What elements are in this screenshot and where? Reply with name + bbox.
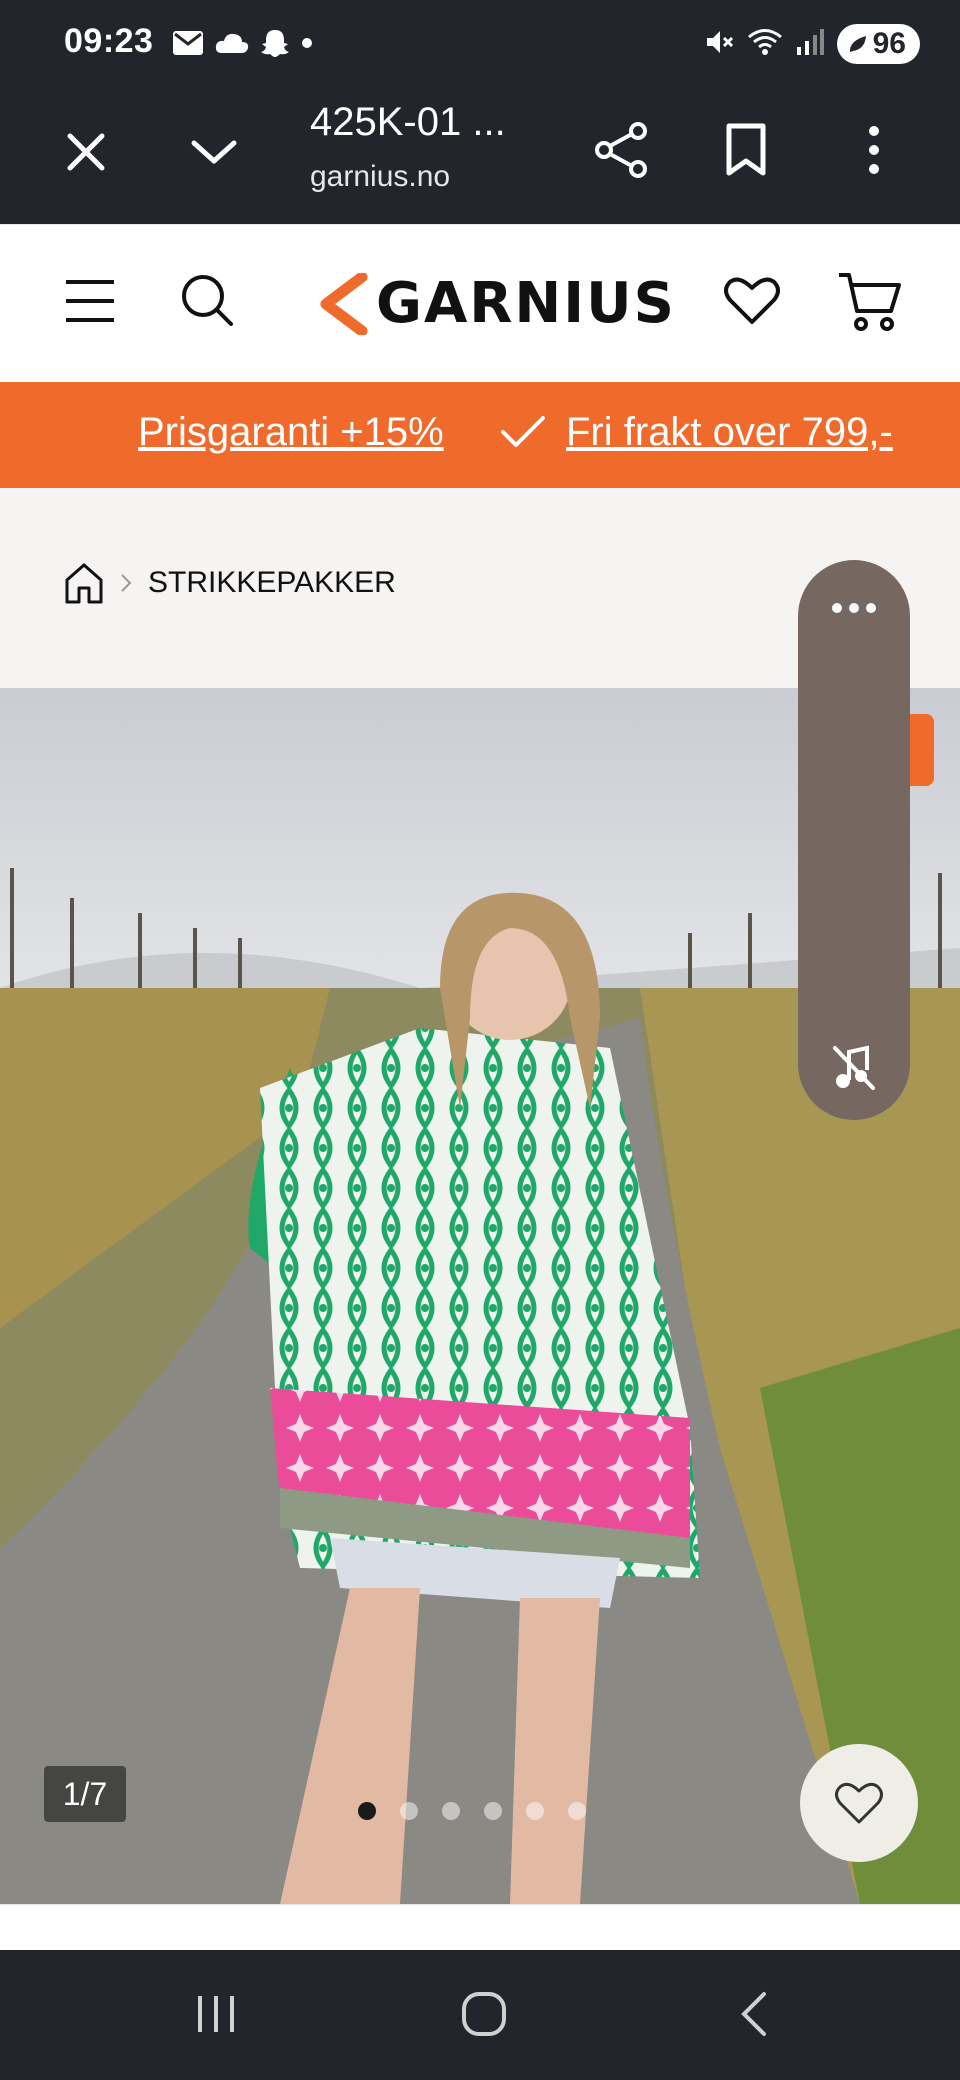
collapse-button[interactable]: [184, 122, 244, 182]
cart-button[interactable]: [836, 269, 902, 335]
back-button[interactable]: [724, 1982, 784, 2046]
image-counter: 1/7: [44, 1766, 126, 1822]
system-icons: 96: [703, 24, 920, 64]
close-icon: [67, 133, 105, 171]
close-button[interactable]: [56, 122, 116, 182]
dot-icon: [300, 36, 314, 55]
cloud-icon: [214, 31, 250, 60]
chevron-down-icon: [191, 140, 237, 164]
breadcrumb-current[interactable]: STRIKKEPAKKER: [148, 566, 396, 600]
share-button[interactable]: [588, 114, 654, 186]
site-header: GARNIUS: [0, 224, 960, 382]
gallery-dot[interactable]: [568, 1802, 586, 1820]
more-options-button[interactable]: [846, 114, 902, 186]
promo-banner: Prisgaranti +15% Fri frakt over 799,-: [0, 382, 960, 488]
heart-icon: [724, 277, 780, 324]
gallery-dot[interactable]: [526, 1802, 544, 1820]
content-strip: [0, 1904, 960, 1950]
system-navigation-bar: [0, 1950, 960, 2080]
signal-icon: [795, 27, 825, 62]
floating-panel: [798, 560, 910, 1120]
sound-off-button[interactable]: [824, 1038, 884, 1098]
gallery-dot[interactable]: [442, 1802, 460, 1820]
gallery-dot[interactable]: [400, 1802, 418, 1820]
recent-apps-button[interactable]: [186, 1984, 246, 2044]
price-guarantee-link[interactable]: Prisgaranti +15%: [138, 410, 444, 455]
page-url[interactable]: garnius.no: [310, 160, 450, 194]
hamburger-menu-icon: [66, 280, 114, 322]
page-title[interactable]: 425K-01 ...: [310, 100, 506, 145]
recent-apps-icon: [198, 1996, 234, 2032]
chevron-right-icon: [121, 574, 132, 592]
breadcrumb: STRIKKEPAKKER: [64, 562, 396, 604]
wishlist-button[interactable]: [722, 271, 782, 331]
search-icon: [182, 275, 233, 326]
menu-button[interactable]: [62, 273, 118, 329]
battery-icon: 96: [836, 24, 920, 64]
gallery-dots: [358, 1802, 586, 1820]
status-time: 09:23: [64, 22, 154, 60]
logo-chevron-icon: [320, 272, 368, 335]
gallery-dot[interactable]: [358, 1802, 376, 1820]
back-icon: [741, 1992, 766, 2036]
home-circle-icon: [462, 1992, 506, 2036]
status-bar: 09:23 96: [0, 0, 960, 92]
wifi-icon: [747, 27, 783, 62]
browser-toolbar: 425K-01 ... garnius.no: [0, 92, 960, 224]
share-icon: [595, 122, 647, 178]
cart-icon: [839, 273, 901, 331]
check-icon: [500, 414, 546, 455]
notification-icons: [172, 28, 314, 63]
battery-level: 96: [872, 27, 906, 60]
more-horizontal-icon: [832, 603, 876, 613]
bookmark-button[interactable]: [716, 114, 776, 186]
mute-icon: [703, 26, 735, 63]
home-button[interactable]: [452, 1982, 516, 2046]
heart-icon: [835, 1782, 883, 1824]
logo-text: GARNIUS: [376, 271, 676, 336]
music-off-icon: [833, 1045, 875, 1090]
bookmark-icon: [726, 123, 766, 176]
favorite-button[interactable]: [800, 1744, 918, 1862]
panel-more-button[interactable]: [824, 588, 884, 628]
search-button[interactable]: [178, 271, 236, 329]
more-vertical-icon: [869, 126, 879, 174]
free-shipping-link[interactable]: Fri frakt over 799,-: [566, 410, 893, 455]
gallery-dot[interactable]: [484, 1802, 502, 1820]
home-icon[interactable]: [64, 562, 104, 604]
mail-icon: [172, 30, 204, 61]
site-logo[interactable]: GARNIUS: [318, 271, 676, 336]
snapchat-icon: [260, 28, 290, 63]
